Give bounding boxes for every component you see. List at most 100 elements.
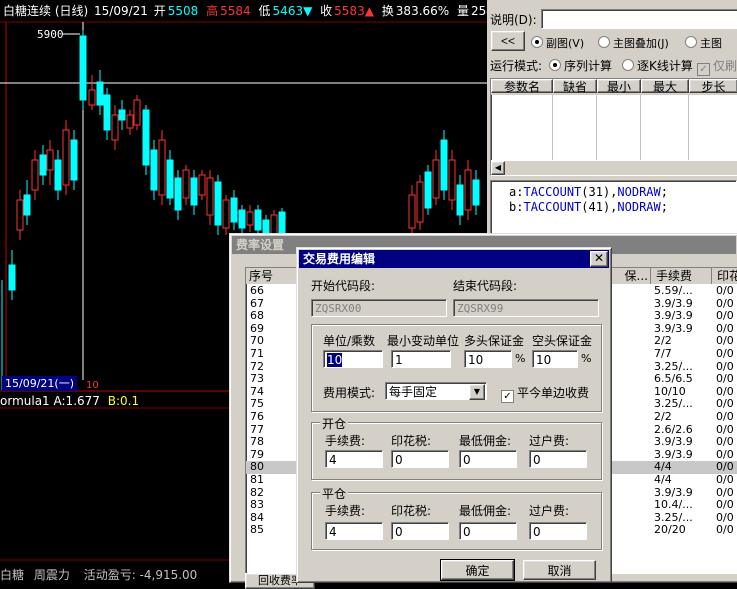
candle-body	[126, 114, 134, 129]
rate-cell-stamp: 0/0	[716, 472, 734, 486]
rate-cell-fee: 20/20	[654, 523, 686, 537]
unit-field[interactable]: 10	[323, 350, 383, 368]
open-min-field[interactable]: 0	[459, 450, 517, 468]
rate-cell-fee: 6.5/6.5	[654, 372, 693, 386]
rate-cell-seq: 81	[250, 472, 264, 486]
code-punct: (	[581, 200, 589, 214]
cursor-small-label: 10	[86, 380, 99, 391]
rate-cell-stamp: 0/0	[716, 309, 734, 323]
rate-col-mid-header[interactable]: 保...	[609, 268, 651, 284]
close-stamp-field[interactable]: 0	[391, 522, 449, 540]
bottom-label-c: 活动盈亏: -4,915.00	[83, 568, 198, 582]
candle-body	[62, 129, 70, 186]
close-min-field[interactable]: 0	[459, 522, 517, 540]
cancel-button[interactable]: 取消	[523, 560, 596, 580]
param-col-header[interactable]: 最小	[597, 79, 641, 94]
code-punct: ;	[660, 185, 668, 199]
candle-body	[190, 177, 198, 206]
edit-dialog-title: 交易费用编辑	[303, 252, 376, 266]
code-token: 41	[588, 200, 603, 214]
candle-body	[270, 214, 278, 236]
code-editor[interactable]: a:TACCOUNT(31),NODRAW; b:TACCOUNT(41),NOD…	[490, 180, 737, 240]
close-transfer-field[interactable]: 0	[529, 522, 587, 540]
candle-body	[46, 149, 54, 171]
horizontal-scrollbar[interactable]: ◀	[491, 160, 737, 175]
candle-body	[448, 159, 456, 201]
rate-cell-fee: 2/2	[654, 409, 672, 423]
candle-body	[118, 109, 126, 121]
rate-cell-stamp: 0/0	[716, 498, 734, 512]
back-button[interactable]: <<	[491, 31, 525, 51]
long-margin-label: 多头保证金	[464, 334, 525, 348]
min-tick-label: 最小变动单位	[387, 334, 460, 348]
short-margin-field[interactable]: 10	[532, 350, 578, 368]
rate-col-fee-header[interactable]: 手续费	[651, 268, 712, 284]
param-col	[553, 95, 597, 161]
rate-cell-stamp: 0/0	[716, 409, 734, 423]
param-col	[641, 95, 689, 161]
candle-body	[16, 199, 24, 231]
candle-body	[31, 159, 39, 191]
radio-main-overlay[interactable]: 主图叠加(J)	[598, 35, 669, 51]
param-col-header[interactable]: 最大	[641, 79, 689, 94]
close-icon[interactable]: ✕	[590, 251, 608, 267]
long-margin-percent: %	[515, 352, 526, 365]
candle-body	[416, 181, 424, 223]
candle-body	[206, 177, 214, 216]
close-fee-field[interactable]: 4	[325, 522, 383, 540]
indicator-a: A:1.677	[53, 394, 100, 408]
candle-body	[408, 194, 416, 229]
end-code-field[interactable]: ZQSRX99	[453, 299, 599, 317]
candle-body	[222, 199, 230, 229]
fee-mode-label: 费用模式:	[323, 386, 376, 400]
ok-button[interactable]: 确定	[440, 559, 515, 581]
param-table[interactable]: 参数名 缺省 最小 最大 步长 ◀	[490, 78, 737, 176]
bottom-status: 白糖 周震力 活动盈亏: -4,915.00	[0, 566, 197, 583]
candle-body	[158, 139, 166, 196]
param-table-header: 参数名 缺省 最小 最大 步长	[491, 79, 737, 95]
start-code-field[interactable]: ZQSRX00	[311, 299, 447, 317]
fee-mode-select[interactable]: 每手固定 ▼	[385, 382, 487, 400]
single-side-checkbox[interactable]: ✓ 平今单边收费	[501, 384, 589, 403]
scroll-left-icon[interactable]: ◀	[491, 161, 505, 175]
rate-cell-seq: 73	[250, 372, 264, 386]
radio-off-icon	[685, 36, 697, 48]
radio-sequence-label: 序列计算	[564, 59, 613, 73]
rate-cell-seq: 85	[250, 523, 264, 537]
radio-main[interactable]: 主图	[685, 35, 722, 51]
end-code-label: 结束代码段:	[453, 279, 518, 293]
radio-subchart[interactable]: 副图(V)	[531, 35, 584, 51]
radio-sequence[interactable]: 序列计算	[549, 57, 612, 74]
indicator-bar: ormula1 A:1.677 B:0.1	[0, 394, 139, 408]
short-margin-percent: %	[581, 352, 592, 365]
only-refresh-checkbox[interactable]: ✓ 仅刷	[697, 57, 737, 76]
open-fee-field[interactable]: 4	[325, 450, 383, 468]
candle-body	[142, 109, 150, 166]
param-col-header[interactable]: 缺省	[553, 79, 597, 94]
candle-body	[79, 35, 87, 101]
rate-cell-stamp: 0/0	[716, 372, 734, 386]
open-stamp-field[interactable]: 0	[391, 450, 449, 468]
min-tick-field[interactable]: 1	[391, 350, 451, 368]
param-col-header[interactable]: 步长	[689, 79, 737, 94]
close-min-label: 最低佣金:	[459, 504, 512, 518]
radio-subchart-label: 副图(V)	[546, 37, 585, 50]
rate-col-seq-header[interactable]: 序号	[246, 268, 298, 284]
bottom-label-a: 白糖	[0, 568, 25, 582]
radio-main-overlay-label: 主图叠加(J)	[613, 37, 669, 50]
indicator-b: B:0.1	[107, 394, 140, 408]
desc-input[interactable]	[541, 9, 737, 29]
radio-tick-label: 逐K线计算	[637, 59, 693, 73]
open-transfer-field[interactable]: 0	[529, 450, 587, 468]
chevron-down-icon[interactable]: ▼	[469, 384, 485, 400]
long-margin-field[interactable]: 10	[464, 350, 512, 368]
only-refresh-label: 仅刷	[713, 59, 737, 73]
open-transfer-label: 过户费:	[529, 434, 570, 448]
param-col-header[interactable]: 参数名	[491, 79, 553, 94]
candle-body	[214, 181, 222, 226]
code-token: NODRAW	[617, 200, 661, 214]
rate-col-stamp-header[interactable]: 印花	[712, 268, 737, 284]
radio-tick[interactable]: 逐K线计算	[622, 57, 693, 74]
code-token: TACCOUNT	[523, 200, 582, 214]
unit-label: 单位/乘数	[323, 334, 376, 348]
